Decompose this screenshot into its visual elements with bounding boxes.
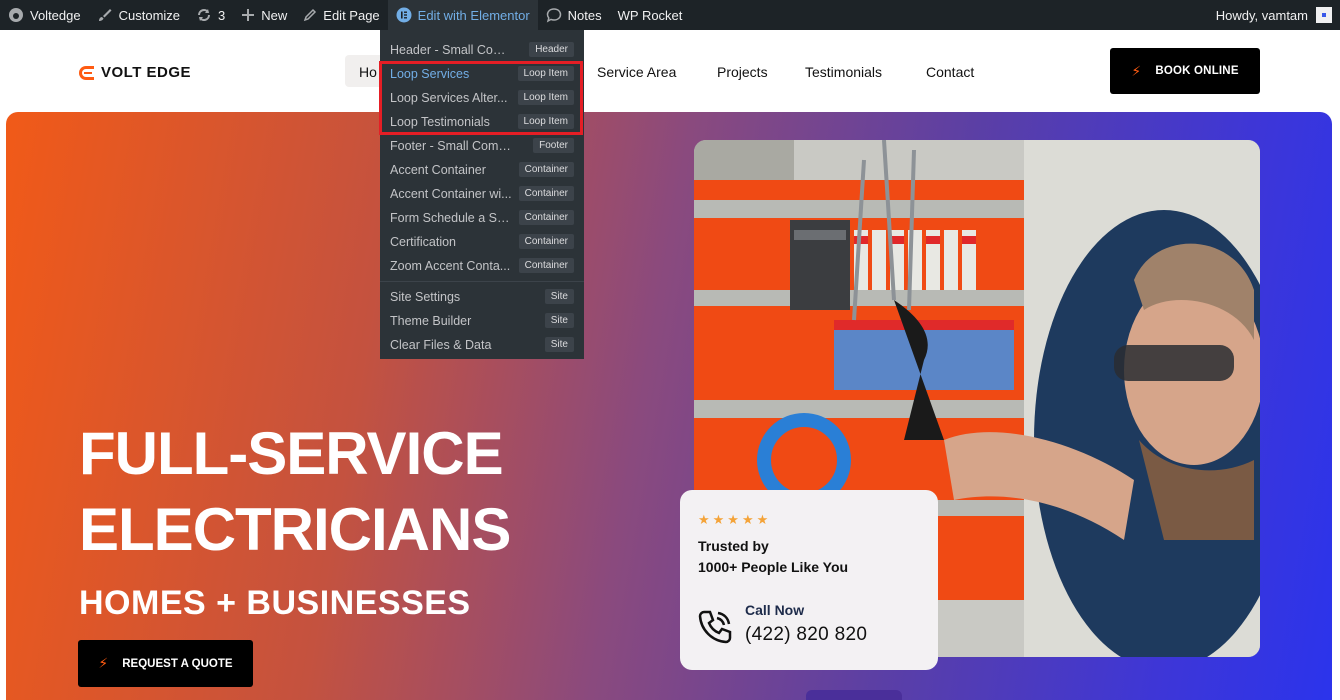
howdy-label: Howdy, vamtam [1215, 7, 1308, 23]
book-online-label: BOOK ONLINE [1155, 65, 1239, 77]
book-online-button[interactable]: ⚡ BOOK ONLINE [1110, 48, 1260, 94]
menu-item-label: Form Schedule a Se... [390, 211, 512, 225]
edit-page-label: Edit Page [323, 7, 380, 23]
updates-count: 3 [218, 7, 226, 23]
site-name-label: Voltedge [30, 7, 81, 23]
notes-label: Notes [567, 7, 602, 23]
avatar [1316, 7, 1332, 23]
scroll-tab[interactable] [806, 690, 902, 700]
notes-link[interactable]: Notes [538, 0, 610, 30]
menu-item-label: Accent Container wi... [390, 187, 512, 201]
trust-card: ★★★★★ Trusted by 1000+ People Like You C… [680, 490, 938, 670]
rating-stars: ★★★★★ [698, 512, 772, 527]
menu-item-badge: Site [544, 313, 574, 328]
highlight-box [379, 61, 583, 135]
wp-rocket-menu[interactable]: WP Rocket [610, 0, 691, 30]
phone-icon[interactable] [696, 608, 734, 646]
phone-number[interactable]: (422) 820 820 [745, 624, 867, 646]
nav-contact[interactable]: Contact [926, 64, 974, 80]
menu-item-label: Accent Container [390, 163, 486, 177]
edit-page-link[interactable]: Edit Page [295, 0, 387, 30]
menu-item-header-small-company[interactable]: Header - Small Comp... Header [380, 38, 584, 62]
menu-item-label: Header - Small Comp... [390, 43, 512, 57]
hero-subtitle: HOMES + BUSINESSES [79, 584, 471, 622]
trust-line1: Trusted by [698, 538, 769, 554]
menu-item-badge: Container [518, 210, 574, 225]
menu-item-badge: Footer [533, 138, 574, 153]
menu-item-accent-container[interactable]: Accent Container Container [380, 158, 584, 182]
menu-item-label: Certification [390, 235, 456, 249]
menu-item-accent-container-with[interactable]: Accent Container wi... Container [380, 182, 584, 206]
nav-projects[interactable]: Projects [717, 64, 768, 80]
wp-admin-bar: Voltedge Customize 3 New Edit Page Edit … [0, 0, 1340, 30]
menu-item-theme-builder[interactable]: Theme Builder Site [380, 309, 584, 333]
hero-title-line2: ELECTRICIANS [79, 496, 511, 563]
menu-item-label: Zoom Accent Conta... [390, 259, 511, 273]
menu-item-footer-small-company[interactable]: Footer - Small Company Footer [380, 134, 584, 158]
menu-item-badge: Container [518, 234, 574, 249]
menu-item-badge: Container [518, 162, 574, 177]
menu-item-site-settings[interactable]: Site Settings Site [380, 285, 584, 309]
menu-item-label: Theme Builder [390, 314, 472, 328]
my-account-menu[interactable]: Howdy, vamtam [1216, 7, 1340, 23]
trust-line2: 1000+ People Like You [698, 559, 849, 575]
elementor-icon [396, 7, 412, 23]
lightning-icon: ⚡ [1131, 62, 1142, 79]
pencil-icon [304, 8, 317, 22]
new-label: New [261, 7, 288, 23]
menu-item-badge: Site [544, 289, 574, 304]
new-content-menu[interactable]: New [233, 0, 295, 30]
edit-with-elementor-menu[interactable]: Edit with Elementor [387, 0, 538, 30]
menu-item-clear-files[interactable]: Clear Files & Data Site [380, 333, 584, 357]
request-quote-button[interactable]: ⚡ REQUEST A QUOTE [78, 640, 253, 687]
site-name-menu[interactable]: Voltedge [0, 0, 89, 30]
menu-item-badge: Container [518, 186, 574, 201]
nav-service-area[interactable]: Service Area [597, 64, 676, 80]
hero-section: FULL-SERVICE ELECTRICIANS HOMES + BUSINE… [6, 112, 1332, 700]
refresh-icon [198, 9, 211, 21]
menu-item-form-schedule[interactable]: Form Schedule a Se... Container [380, 206, 584, 230]
menu-item-certification[interactable]: Certification Container [380, 230, 584, 254]
lightning-icon: ⚡ [98, 655, 109, 671]
site-logo[interactable]: VOLT EDGE [79, 64, 191, 81]
logo-text: VOLT EDGE [101, 64, 192, 81]
hero-title: FULL-SERVICE ELECTRICIANS [79, 416, 511, 568]
logo-e-icon [79, 65, 94, 80]
customize-link[interactable]: Customize [89, 0, 188, 30]
menu-item-label: Footer - Small Company [390, 139, 512, 153]
nav-testimonials[interactable]: Testimonials [805, 64, 882, 80]
customize-label: Customize [118, 7, 181, 23]
request-quote-label: REQUEST A QUOTE [122, 657, 233, 670]
brush-icon [98, 9, 112, 21]
trust-text: Trusted by 1000+ People Like You [698, 536, 848, 578]
menu-divider [380, 281, 584, 282]
dashboard-icon [9, 8, 23, 22]
menu-item-badge: Site [544, 337, 574, 352]
hero-title-line1: FULL-SERVICE [79, 420, 504, 487]
menu-item-zoom-accent-container[interactable]: Zoom Accent Conta... Container [380, 254, 584, 278]
updates-link[interactable]: 3 [188, 0, 233, 30]
menu-item-badge: Header [529, 42, 574, 57]
comment-icon [546, 8, 561, 23]
menu-item-label: Clear Files & Data [390, 338, 492, 352]
plus-icon [242, 9, 255, 21]
edit-with-elementor-label: Edit with Elementor [417, 7, 530, 23]
wp-rocket-label: WP Rocket [617, 7, 683, 23]
menu-item-label: Site Settings [390, 290, 461, 304]
site-header: VOLT EDGE Ho Service Area Projects Testi… [0, 30, 1340, 112]
menu-item-badge: Container [518, 258, 574, 273]
call-now-label: Call Now [745, 602, 805, 618]
